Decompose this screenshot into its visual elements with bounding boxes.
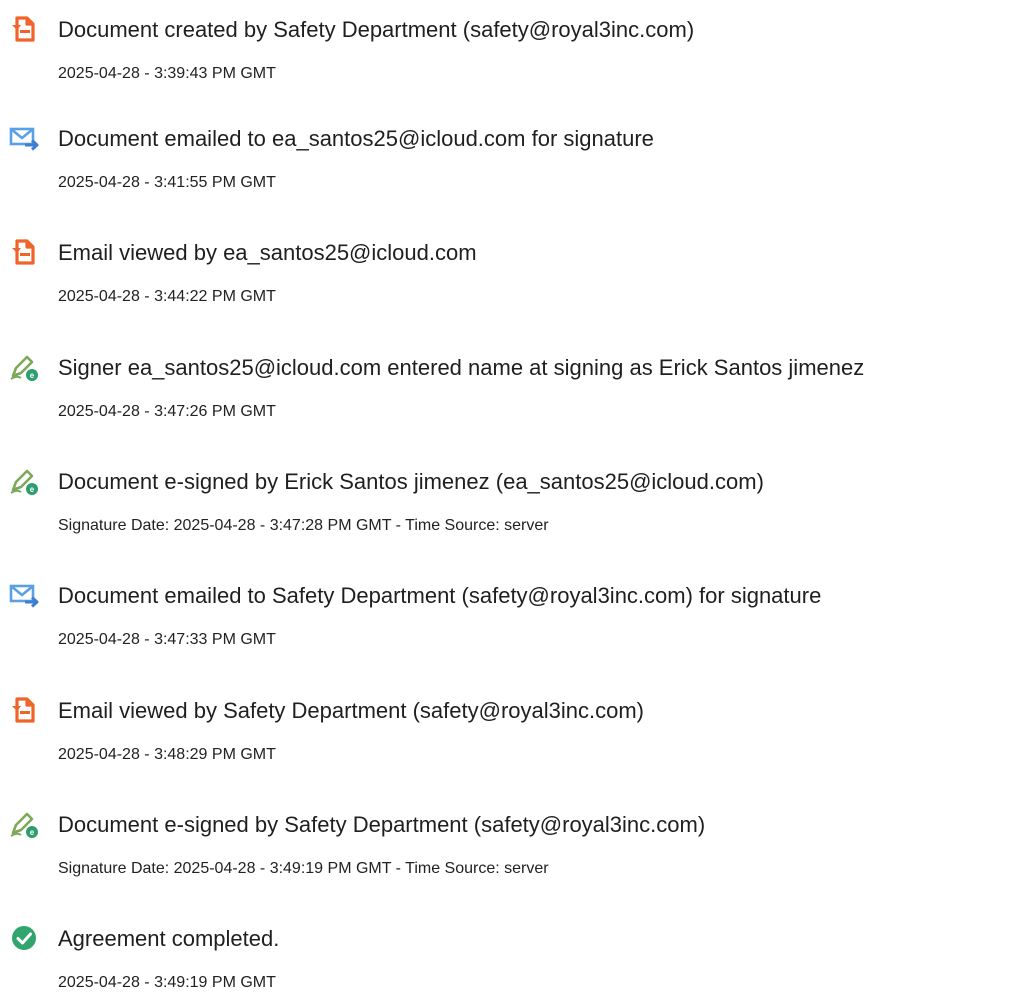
event-timestamp: 2025-04-28 - 3:48:29 PM GMT [58, 746, 276, 763]
event-timestamp: 2025-04-28 - 3:39:43 PM GMT [58, 65, 276, 82]
event-timestamp: 2025-04-28 - 3:47:26 PM GMT [58, 403, 276, 420]
esign-pen-icon: e [9, 466, 39, 496]
audit-event: e Document e-signed by Safety Department… [0, 800, 1034, 890]
event-title: Document e-signed by Erick Santos jimene… [58, 469, 764, 494]
audit-event: e Document e-signed by Erick Santos jime… [0, 457, 1034, 547]
audit-event: Document created by Safety Department (s… [0, 5, 1034, 95]
event-title: Document emailed to ea_santos25@icloud.c… [58, 126, 654, 151]
event-title: Document e-signed by Safety Department (… [58, 812, 706, 837]
audit-event: Document emailed to ea_santos25@icloud.c… [0, 114, 1034, 204]
event-title: Email viewed by Safety Department (safet… [58, 698, 644, 723]
svg-text:e: e [30, 371, 35, 380]
esign-pen-icon: e [9, 352, 39, 382]
svg-text:e: e [30, 485, 35, 494]
event-title: Agreement completed. [58, 926, 280, 951]
event-timestamp: 2025-04-28 - 3:44:22 PM GMT [58, 288, 276, 305]
check-circle-icon [9, 923, 39, 953]
audit-event: Agreement completed. 2025-04-28 - 3:49:1… [0, 914, 1034, 1004]
event-timestamp: 2025-04-28 - 3:47:33 PM GMT [58, 631, 276, 648]
audit-event: Document emailed to Safety Department (s… [0, 571, 1034, 661]
document-icon [9, 14, 39, 44]
audit-event: Email viewed by ea_santos25@icloud.com 2… [0, 228, 1034, 318]
audit-event: Email viewed by Safety Department (safet… [0, 686, 1034, 776]
event-title: Document emailed to Safety Department (s… [58, 583, 822, 608]
event-title: Email viewed by ea_santos25@icloud.com [58, 240, 477, 265]
event-timestamp: Signature Date: 2025-04-28 - 3:49:19 PM … [58, 860, 549, 877]
document-icon [9, 237, 39, 267]
audit-event: e Signer ea_santos25@icloud.com entered … [0, 343, 1034, 433]
event-timestamp: Signature Date: 2025-04-28 - 3:47:28 PM … [58, 517, 549, 534]
event-title: Signer ea_santos25@icloud.com entered na… [58, 355, 865, 380]
esign-pen-icon: e [9, 809, 39, 839]
document-icon [9, 695, 39, 725]
event-timestamp: 2025-04-28 - 3:41:55 PM GMT [58, 174, 276, 191]
event-title: Document created by Safety Department (s… [58, 17, 695, 42]
svg-text:e: e [30, 828, 35, 837]
email-icon [9, 123, 39, 153]
email-icon [9, 580, 39, 610]
event-timestamp: 2025-04-28 - 3:49:19 PM GMT [58, 974, 276, 991]
